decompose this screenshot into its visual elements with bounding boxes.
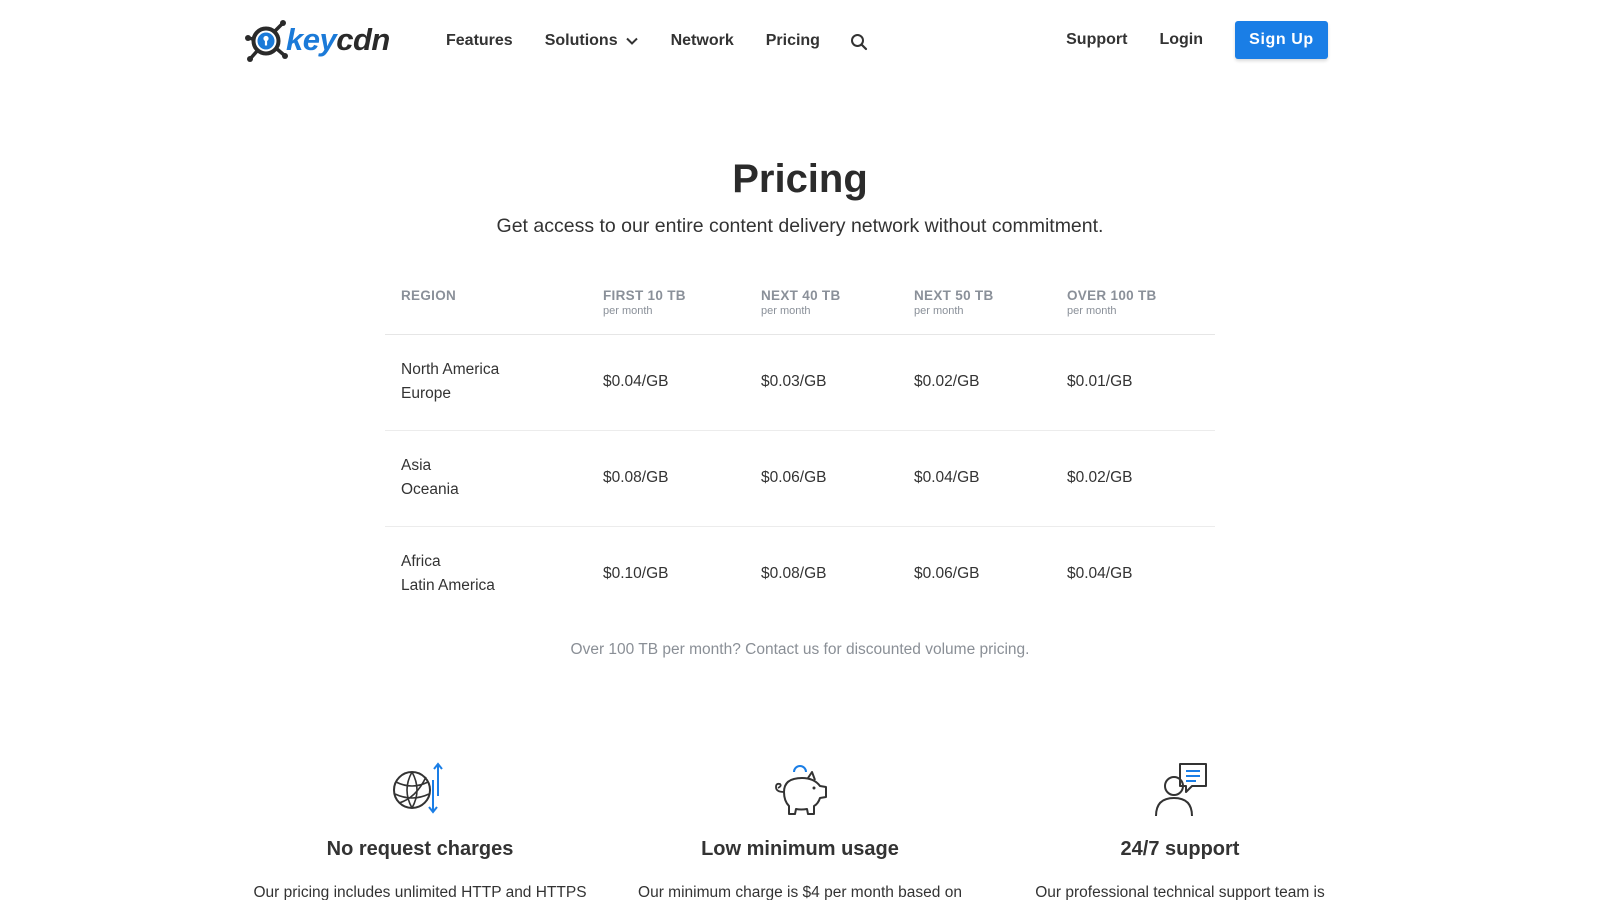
region-name: Europe: [401, 385, 451, 402]
keycdn-logo-icon: [245, 20, 288, 62]
contact-us-link[interactable]: Contact us: [745, 641, 819, 658]
logo-wordmark: keycdn: [286, 22, 390, 58]
keycdn-logo[interactable]: keycdn: [244, 19, 390, 63]
region-name: Oceania: [401, 481, 459, 498]
region-cell: North America Europe: [385, 334, 587, 431]
volume-pricing-note: Over 100 TB per month? Contact us for di…: [0, 641, 1600, 659]
price-cell: $0.03/GB: [745, 334, 898, 431]
region-name: Africa: [401, 553, 441, 571]
feature-text: Our pricing includes unlimited HTTP and …: [253, 884, 587, 900]
search-icon[interactable]: [850, 33, 868, 51]
table-row: Asia Oceania $0.08/GB $0.06/GB $0.04/GB $…: [385, 430, 1215, 527]
piggy-bank-icon: [775, 765, 827, 815]
price-cell: $0.01/GB: [1051, 334, 1215, 431]
price-cell: $0.08/GB: [761, 565, 827, 583]
price-cell: $0.06/GB: [914, 565, 980, 583]
price-cell: $0.04/GB: [587, 334, 745, 431]
account-nav: Support Login Sign Up: [1066, 21, 1328, 59]
nav-login[interactable]: Login: [1159, 31, 1203, 49]
feature-text: Our minimum charge is $4 per month based…: [638, 884, 962, 900]
feature-title: No request charges: [326, 838, 514, 860]
price-cell: $0.08/GB: [587, 430, 745, 527]
region-cell: Asia Oceania: [385, 430, 587, 527]
logo-cdn: cdn: [336, 22, 390, 57]
feature-title: Low minimum usage: [701, 838, 899, 860]
nav-pricing[interactable]: Pricing: [766, 32, 820, 50]
support-agent-icon: [1155, 763, 1207, 817]
column-header-sub: per month: [1067, 305, 1117, 317]
nav-features[interactable]: Features: [446, 32, 513, 50]
column-header-sub: per month: [761, 305, 811, 317]
feature-text: Our professional technical support team …: [1035, 884, 1325, 900]
column-header-label: NEXT 50 TB: [914, 288, 994, 303]
region-cell: Africa Latin America: [385, 526, 587, 622]
region-name: North America: [401, 361, 500, 378]
price-cell: $0.10/GB: [603, 565, 669, 583]
feature-low-minimum-usage: Low minimum usage Our minimum charge is …: [610, 760, 990, 900]
volume-note-suffix: for discounted volume pricing.: [819, 641, 1030, 658]
page-subtitle: Get access to our entire content deliver…: [496, 215, 1104, 237]
signup-button[interactable]: Sign Up: [1235, 21, 1328, 59]
column-header-label: NEXT 40 TB: [761, 288, 841, 303]
price-cell: $0.02/GB: [1051, 430, 1215, 527]
table-row: North America Europe $0.04/GB $0.03/GB $0…: [385, 334, 1215, 431]
column-header-label: REGION: [401, 288, 457, 303]
column-header-sub: per month: [603, 305, 653, 317]
price-cell: $0.02/GB: [898, 334, 1051, 431]
feature-title: 24/7 support: [1120, 838, 1240, 860]
feature-no-request-charges: No request charges Our pricing includes …: [230, 760, 610, 900]
price-cell: $0.04/GB: [1067, 565, 1133, 583]
column-header-tier-3: NEXT 50 TB per month: [898, 268, 1051, 335]
features-section: No request charges Our pricing includes …: [0, 760, 1600, 900]
column-header-sub: per month: [914, 305, 964, 317]
column-header-label: FIRST 10 TB: [603, 288, 686, 303]
nav-solutions-label: Solutions: [544, 31, 618, 49]
site-header: keycdn Features Solutions Network Pricin…: [0, 0, 1600, 80]
nav-solutions[interactable]: Solutions: [545, 32, 639, 50]
chevron-down-icon: [625, 37, 638, 45]
region-name: Asia: [401, 457, 432, 474]
column-header-tier-4: OVER 100 TB per month: [1051, 268, 1215, 335]
price-cell: $0.06/GB: [745, 430, 898, 527]
price-cell: $0.04/GB: [898, 430, 1051, 527]
nav-network[interactable]: Network: [671, 32, 734, 50]
pricing-table: REGION FIRST 10 TB per month NEXT 40 TB pe…: [385, 268, 1215, 622]
table-row: Africa Latin America $0.10/GB $0.08/GB $0…: [385, 526, 1215, 622]
region-name: Latin America: [401, 577, 495, 595]
column-header-tier-1: FIRST 10 TB per month: [587, 268, 745, 335]
column-header-label: OVER 100 TB: [1067, 288, 1157, 303]
nav-support[interactable]: Support: [1066, 31, 1127, 49]
column-header-region: REGION: [385, 268, 587, 335]
logo-key: key: [286, 22, 337, 57]
column-header-tier-2: NEXT 40 TB per month: [745, 268, 898, 335]
feature-support: 24/7 support Our professional technical …: [990, 760, 1370, 900]
globe-transfer-icon: [393, 762, 443, 814]
volume-note-prefix: Over 100 TB per month?: [570, 641, 746, 658]
main-nav: Features Solutions Network Pricing: [446, 30, 868, 51]
page-title: Pricing: [732, 157, 868, 201]
table-header-row: REGION FIRST 10 TB per month NEXT 40 TB pe…: [385, 268, 1215, 335]
